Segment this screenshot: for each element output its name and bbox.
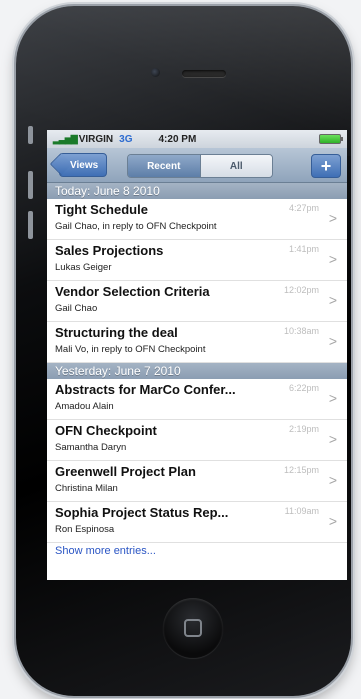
list-item[interactable]: Tight Schedule Gail Chao, in reply to OF… — [47, 199, 347, 240]
item-title: Sales Projections — [55, 243, 164, 258]
item-time: 10:38am — [283, 326, 319, 336]
item-subtitle: Mali Vo, in reply to OFN Checkpoint — [55, 344, 206, 355]
list-item[interactable]: Vendor Selection Criteria Gail Chao 12:0… — [47, 281, 347, 322]
item-title: OFN Checkpoint — [55, 423, 157, 438]
mute-switch — [28, 126, 33, 144]
item-title: Abstracts for MarCo Confer... — [55, 382, 236, 397]
item-time: 4:27pm — [288, 203, 319, 213]
section-header-yesterday: Yesterday: June 7 2010 — [47, 363, 347, 379]
segment-all[interactable]: All — [200, 155, 272, 177]
clock: 4:20 PM — [158, 133, 197, 145]
item-subtitle: Gail Chao — [55, 303, 98, 314]
volume-down-button — [28, 211, 33, 239]
earpiece-speaker — [182, 70, 226, 77]
phone-screen: ▂▃▅▇ VIRGIN 3G 4:20 PM Views Recent All … — [47, 130, 347, 580]
list-item[interactable]: Sophia Project Status Rep... Ron Espinos… — [47, 502, 347, 543]
chevron-right-icon: > — [328, 292, 337, 308]
list-item[interactable]: Sales Projections Lukas Geiger 1:41pm > — [47, 240, 347, 281]
signal-icon: ▂▃▅▇ — [53, 133, 78, 144]
list-item[interactable]: Greenwell Project Plan Christina Milan 1… — [47, 461, 347, 502]
network-label: 3G — [119, 133, 133, 145]
item-time: 1:41pm — [288, 244, 319, 254]
list-item[interactable]: OFN Checkpoint Samantha Daryn 2:19pm > — [47, 420, 347, 461]
add-button[interactable]: + — [311, 154, 341, 178]
item-time: 12:15pm — [283, 465, 319, 475]
chevron-right-icon: > — [328, 390, 337, 406]
item-title: Tight Schedule — [55, 202, 148, 217]
item-subtitle: Ron Espinosa — [55, 524, 115, 535]
home-button[interactable] — [163, 598, 223, 658]
status-bar: ▂▃▅▇ VIRGIN 3G 4:20 PM — [47, 130, 347, 148]
item-time: 6:22pm — [288, 383, 319, 393]
list-item[interactable]: Abstracts for MarCo Confer... Amadou Ala… — [47, 379, 347, 420]
carrier-label: VIRGIN — [78, 133, 114, 145]
home-square-icon — [184, 619, 202, 637]
item-subtitle: Samantha Daryn — [55, 442, 127, 453]
item-time: 11:09am — [284, 506, 319, 516]
chevron-right-icon: > — [328, 210, 337, 226]
chevron-right-icon: > — [328, 513, 337, 529]
item-title: Greenwell Project Plan — [55, 464, 196, 479]
volume-up-button — [28, 171, 33, 199]
item-subtitle: Lukas Geiger — [55, 262, 112, 273]
chevron-right-icon: > — [328, 333, 337, 349]
chevron-right-icon: > — [328, 472, 337, 488]
item-time: 12:02pm — [283, 285, 319, 295]
item-subtitle: Gail Chao, in reply to OFN Checkpoint — [55, 221, 217, 232]
item-subtitle: Amadou Alain — [55, 401, 114, 412]
list-item[interactable]: Structuring the deal Mali Vo, in reply t… — [47, 322, 347, 363]
item-title: Sophia Project Status Rep... — [55, 505, 229, 520]
views-back-button[interactable]: Views — [59, 153, 108, 177]
show-more-link[interactable]: Show more entries... — [47, 543, 347, 559]
nav-bar: Views Recent All + — [47, 148, 347, 183]
item-title: Structuring the deal — [55, 325, 178, 340]
front-camera — [151, 68, 160, 77]
item-time: 2:19pm — [288, 424, 319, 434]
item-title: Vendor Selection Criteria — [55, 284, 210, 299]
chevron-right-icon: > — [328, 251, 337, 267]
section-header-today: Today: June 8 2010 — [47, 183, 347, 199]
item-subtitle: Christina Milan — [55, 483, 118, 494]
chevron-right-icon: > — [328, 431, 337, 447]
segment-recent[interactable]: Recent — [128, 155, 201, 177]
battery-icon — [319, 134, 343, 144]
views-back-label: Views — [70, 159, 99, 171]
segmented-control: Recent All — [127, 154, 273, 178]
